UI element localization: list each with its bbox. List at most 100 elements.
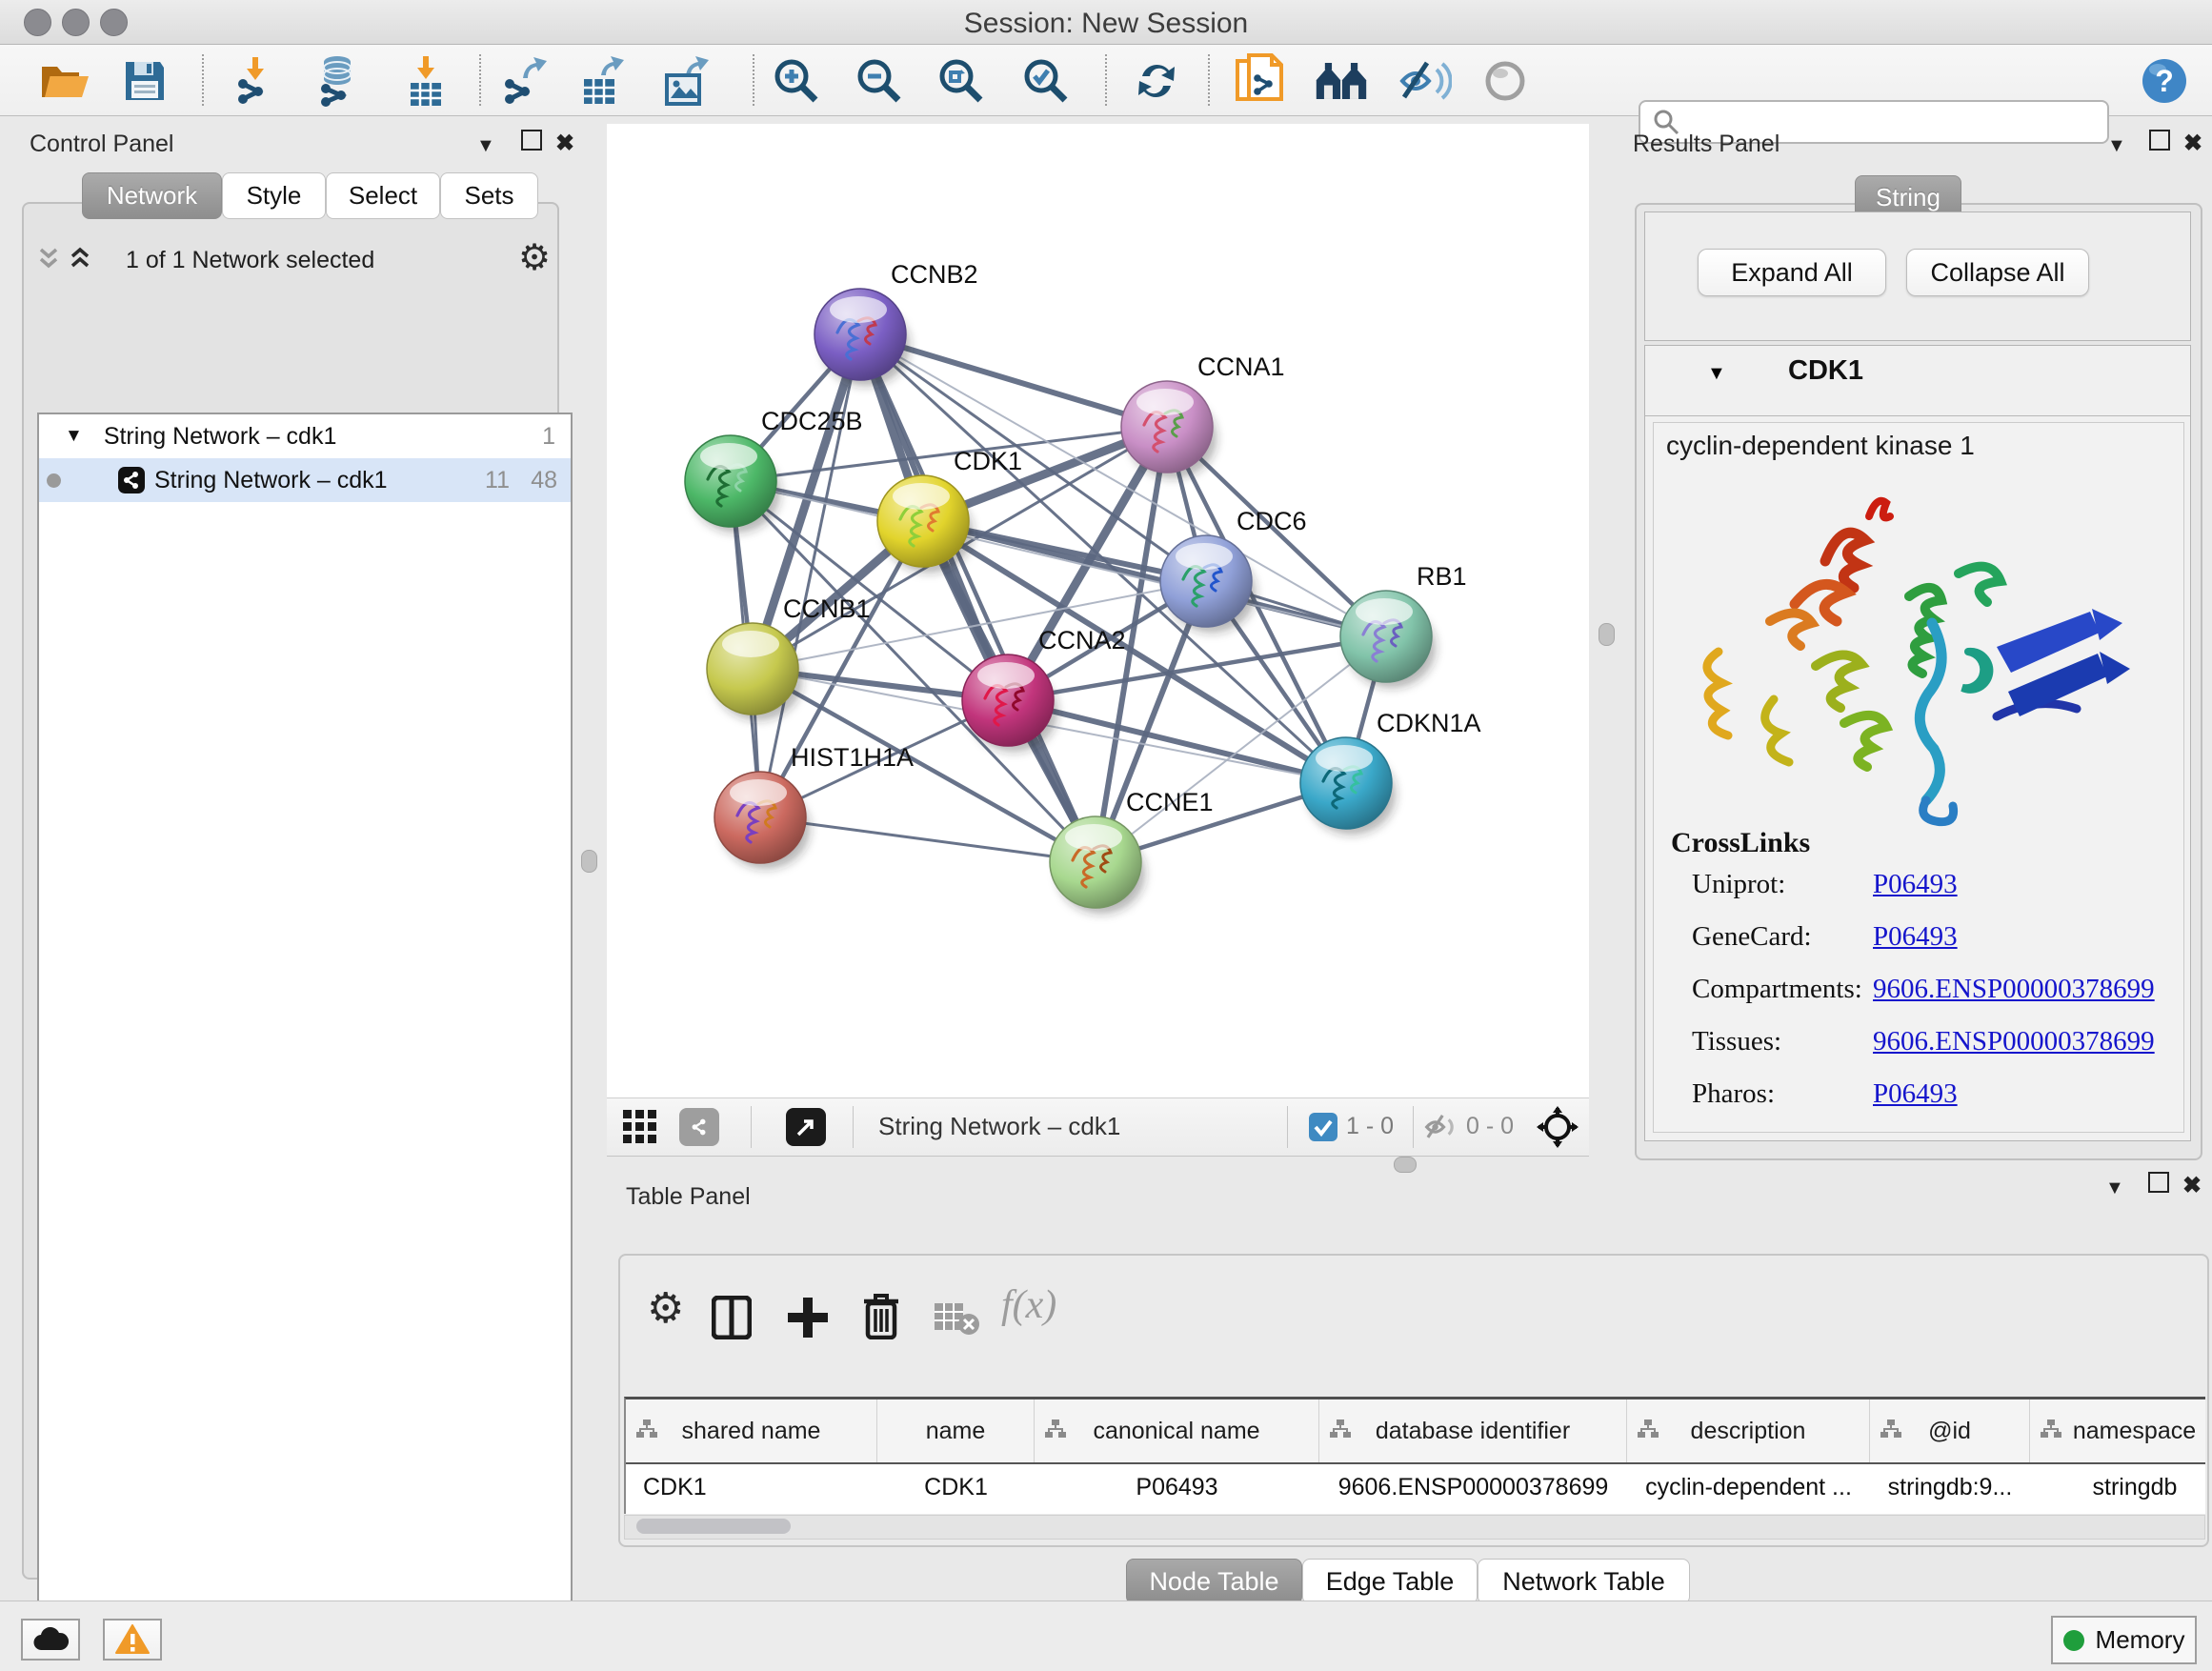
memory-button[interactable]: Memory: [2051, 1616, 2197, 1664]
zoom-in-button[interactable]: [770, 56, 823, 106]
selected-checkbox-icon[interactable]: [1308, 1112, 1338, 1142]
table-cell[interactable]: CDK1: [626, 1464, 877, 1510]
column-header--id[interactable]: @id: [1870, 1399, 2030, 1462]
column-header-database-identifier[interactable]: database identifier: [1319, 1399, 1627, 1462]
tab-edge-table[interactable]: Edge Table: [1302, 1559, 1478, 1604]
tab-select[interactable]: Select: [326, 172, 440, 219]
table-cell[interactable]: cyclin-dependent ...: [1627, 1464, 1870, 1510]
tab-style[interactable]: Style: [222, 172, 326, 219]
node-RB1[interactable]: RB1: [1340, 562, 1467, 688]
column-header-namespace[interactable]: namespace: [2030, 1399, 2205, 1462]
right-splitter-handle[interactable]: [1599, 623, 1615, 646]
node-HIST1H1A[interactable]: HIST1H1A: [714, 743, 914, 869]
zoom-selected-button[interactable]: [1019, 56, 1073, 106]
edge-HIST1H1A-CCNE1[interactable]: [760, 817, 1096, 862]
left-splitter-handle[interactable]: [581, 850, 597, 873]
node-CCNE1[interactable]: CCNE1: [1050, 788, 1214, 914]
node-table[interactable]: shared namenamecanonical namedatabase id…: [624, 1397, 2205, 1514]
table-cell[interactable]: 9606.ENSP00000378699: [1319, 1464, 1627, 1510]
results-panel-float-icon[interactable]: [2149, 130, 2170, 157]
node-CDKN1A[interactable]: CDKN1A: [1300, 709, 1481, 835]
column-header-description[interactable]: description: [1627, 1399, 1870, 1462]
column-header-name[interactable]: name: [877, 1399, 1035, 1462]
tab-network-table[interactable]: Network Table: [1478, 1559, 1690, 1604]
network-canvas[interactable]: CCNB2CCNA1CDC25BCDK1CDC6RB1CCNB1CCNA2CDK…: [607, 124, 1589, 1097]
network-collection-row[interactable]: ▼ String Network – cdk1 1: [39, 414, 571, 458]
table-horizontal-scrollbar[interactable]: [624, 1515, 2205, 1540]
control-panel-collapse-icon[interactable]: ▼: [476, 135, 495, 157]
tab-network[interactable]: Network: [82, 172, 222, 219]
table-cell[interactable]: P06493: [1035, 1464, 1319, 1510]
table-settings-gear-icon[interactable]: ⚙: [647, 1284, 684, 1333]
add-column-icon[interactable]: [788, 1298, 828, 1338]
scrollbar-thumb[interactable]: [636, 1519, 791, 1534]
help-button[interactable]: ?: [2138, 56, 2191, 106]
hide-unhide-button[interactable]: [1398, 56, 1452, 106]
import-network-icon: [230, 55, 281, 107]
grid-view-icon[interactable]: [623, 1110, 659, 1144]
node-CDK1[interactable]: CDK1: [877, 447, 1022, 573]
table-cell[interactable]: stringdb: [2030, 1464, 2205, 1510]
table-cell[interactable]: CDK1: [877, 1464, 1035, 1510]
tab-sets[interactable]: Sets: [440, 172, 538, 219]
column-header-shared-name[interactable]: shared name: [626, 1399, 877, 1462]
control-panel-float-icon[interactable]: [521, 130, 542, 157]
table-panel-float-icon[interactable]: [2148, 1172, 2169, 1199]
save-session-button[interactable]: [118, 56, 171, 106]
network-options-gear-icon[interactable]: ⚙: [518, 236, 551, 279]
collection-expander-icon[interactable]: ▼: [65, 426, 83, 447]
zoom-out-button[interactable]: [853, 56, 906, 106]
show-graphics-button[interactable]: [1478, 56, 1532, 106]
crosslink-value-link[interactable]: P06493: [1873, 921, 1958, 953]
refresh-button[interactable]: [1130, 56, 1183, 106]
column-header-canonical-name[interactable]: canonical name: [1035, 1399, 1319, 1462]
birdseye-crosshair-icon[interactable]: [1537, 1106, 1579, 1148]
gene-expander-icon[interactable]: ▼: [1707, 363, 1726, 385]
table-row[interactable]: CDK1CDK1P064939606.ENSP00000378699cyclin…: [626, 1464, 2205, 1510]
import-table-button[interactable]: [399, 56, 452, 106]
results-panel-collapse-icon[interactable]: ▼: [2107, 135, 2126, 157]
node-CCNA1[interactable]: CCNA1: [1121, 352, 1285, 478]
cloud-button[interactable]: [21, 1619, 80, 1661]
node-CCNB1[interactable]: CCNB1: [707, 594, 871, 720]
crosslink-value-link[interactable]: P06493: [1873, 1078, 1958, 1110]
node-CCNB2[interactable]: CCNB2: [814, 260, 978, 386]
toolbar-separator: [751, 1106, 752, 1148]
tab-node-table[interactable]: Node Table: [1126, 1559, 1302, 1604]
import-network-from-database-button[interactable]: [311, 56, 364, 106]
delete-column-icon[interactable]: [862, 1292, 900, 1339]
network-row-selected[interactable]: String Network – cdk1 11 48: [39, 458, 571, 502]
detach-view-icon[interactable]: [786, 1108, 826, 1146]
export-network-button[interactable]: [497, 56, 551, 106]
table-panel-collapse-icon[interactable]: ▼: [2105, 1178, 2124, 1199]
show-columns-icon[interactable]: [712, 1296, 752, 1339]
clone-network-button[interactable]: [1233, 56, 1286, 106]
node-label-CCNB1: CCNB1: [783, 594, 871, 623]
gene-description: cyclin-dependent kinase 1: [1666, 431, 1975, 461]
crosslink-value-link[interactable]: 9606.ENSP00000378699: [1873, 1026, 2155, 1057]
crosslink-value-link[interactable]: P06493: [1873, 869, 1958, 900]
import-network-button[interactable]: [229, 56, 282, 106]
expand-all-button[interactable]: Expand All: [1698, 249, 1886, 296]
hidden-eye-slash-icon[interactable]: [1424, 1112, 1458, 1142]
warnings-button[interactable]: [103, 1619, 162, 1661]
open-session-button[interactable]: [38, 56, 91, 106]
export-table-button[interactable]: [575, 56, 629, 106]
edge-CCNB2-CCNE1[interactable]: [860, 334, 1096, 862]
home-button[interactable]: [1315, 56, 1368, 106]
export-network-icon: [498, 55, 550, 107]
control-panel-close-icon[interactable]: ✖: [555, 130, 574, 157]
network-graph[interactable]: CCNB2CCNA1CDC25BCDK1CDC6RB1CCNB1CCNA2CDK…: [607, 124, 1589, 1097]
table-cell[interactable]: stringdb:9...: [1870, 1464, 2030, 1510]
crosslink-value-link[interactable]: 9606.ENSP00000378699: [1873, 974, 2155, 1005]
collapse-all-button[interactable]: Collapse All: [1906, 249, 2089, 296]
expand-all-icon[interactable]: [69, 246, 99, 274]
toolbar-separator: [1208, 54, 1210, 106]
results-panel-close-icon[interactable]: ✖: [2183, 130, 2202, 157]
eye-icon: [1481, 57, 1529, 105]
collapse-all-icon[interactable]: [37, 246, 68, 274]
export-image-button[interactable]: [659, 56, 713, 106]
zoom-fit-button[interactable]: [935, 56, 988, 106]
network-share-icon[interactable]: [679, 1108, 719, 1146]
table-panel-close-icon[interactable]: ✖: [2182, 1172, 2202, 1199]
